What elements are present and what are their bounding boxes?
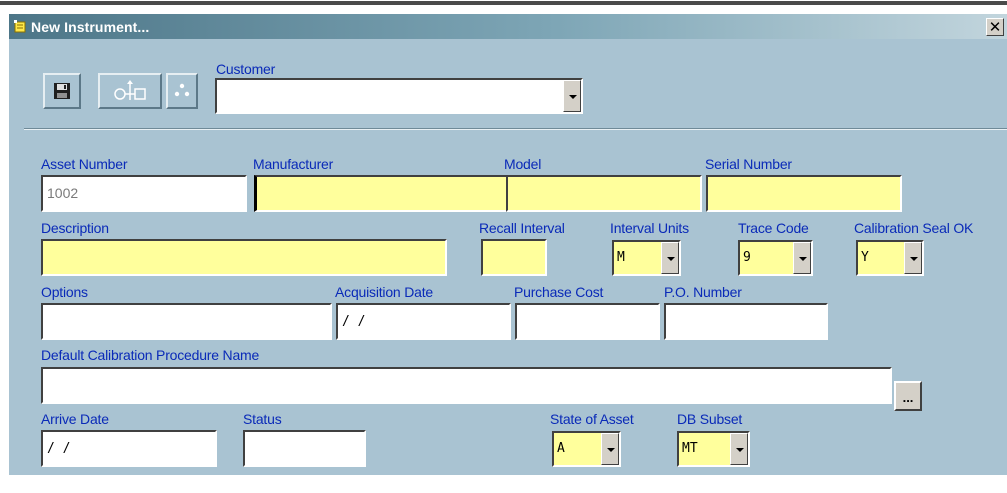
model-label: Model [504,156,542,172]
model-field[interactable] [506,175,702,212]
purchase-cost-field[interactable] [515,303,660,340]
state-of-asset-label: State of Asset [550,411,634,427]
screen-top-border [0,0,1007,6]
description-field[interactable] [41,239,447,276]
save-button[interactable] [43,73,81,109]
calibration-seal-ok-label: Calibration Seal OK [854,220,974,236]
customer-dropdown[interactable] [215,78,583,114]
arrive-date-label: Arrive Date [41,411,109,427]
close-button[interactable]: ✕ [986,18,1004,36]
interval-units-label: Interval Units [610,220,689,236]
toolbar-separator [24,128,1007,130]
options-label: Options [41,284,88,300]
trace-code-value: 9 [743,250,751,265]
close-icon: ✕ [988,19,1002,36]
recall-interval-field[interactable] [481,239,547,276]
state-of-asset-dropdown[interactable]: A [552,431,621,467]
dots-icon [174,83,190,97]
link-instrument-button[interactable] [98,73,162,109]
default-calibration-procedure-field[interactable] [41,367,892,404]
status-field[interactable] [243,430,366,467]
db-subset-dropdown[interactable]: MT [677,431,750,467]
po-number-label: P.O. Number [664,284,742,300]
serial-number-field[interactable] [706,175,902,212]
trace-code-dropdown[interactable]: 9 [738,240,813,276]
manufacturer-label: Manufacturer [253,156,334,172]
arrive-date-field[interactable]: / / [41,430,217,467]
default-calibration-procedure-label: Default Calibration Procedure Name [41,347,260,363]
description-label: Description [41,220,109,236]
floppy-disk-icon [54,83,70,99]
calibration-seal-ok-value: Y [861,250,869,265]
chevron-down-icon[interactable] [730,433,748,465]
new-instrument-window: New Instrument... ✕ Customer Asset Numbe… [8,13,1007,475]
status-label: Status [243,411,282,427]
db-subset-label: DB Subset [677,411,743,427]
chevron-down-icon[interactable] [793,242,811,274]
chevron-down-icon[interactable] [904,242,922,274]
acquisition-date-label: Acquisition Date [335,284,433,300]
po-number-field[interactable] [664,303,828,340]
asset-number-label: Asset Number [41,156,128,172]
serial-number-label: Serial Number [705,156,792,172]
window-title: New Instrument... [31,19,150,35]
chevron-down-icon[interactable] [601,433,619,465]
chevron-down-icon[interactable] [563,80,581,112]
purchase-cost-label: Purchase Cost [514,284,604,300]
options-field[interactable] [41,303,332,340]
customer-label: Customer [216,61,276,77]
recall-interval-label: Recall Interval [479,220,565,236]
trace-code-label: Trace Code [738,220,809,236]
chevron-down-icon[interactable] [661,242,679,274]
title-bar[interactable]: New Instrument... ✕ [9,14,1007,39]
browse-procedure-button[interactable]: ... [894,381,922,411]
dots-button[interactable] [166,73,198,109]
form-icon [14,20,26,33]
calibration-seal-ok-dropdown[interactable]: Y [856,240,924,276]
acquisition-date-field[interactable]: / / [336,303,511,340]
state-of-asset-value: A [557,441,565,456]
manufacturer-field[interactable] [254,175,509,212]
db-subset-value: MT [682,441,698,456]
interval-units-value: M [617,250,625,265]
link-arrows-icon [114,80,146,100]
interval-units-dropdown[interactable]: M [612,240,681,276]
asset-number-field[interactable]: 1002 [41,175,247,212]
